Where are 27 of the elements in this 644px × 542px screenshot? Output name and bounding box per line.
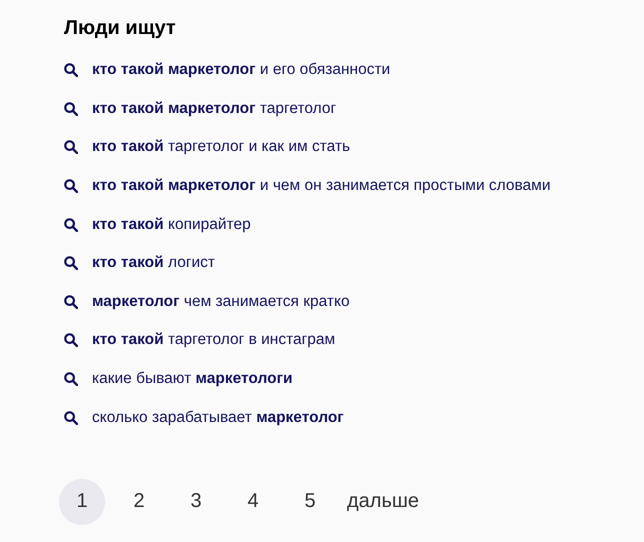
page-number[interactable]: 3 <box>173 478 219 525</box>
search-icon <box>64 372 78 386</box>
search-icon <box>64 218 78 232</box>
related-search-link[interactable]: кто такой таргетолог и как им стать <box>64 128 644 167</box>
page-number[interactable]: 2 <box>116 478 162 525</box>
related-search-link[interactable]: сколько зарабатывает маркетолог <box>64 398 644 437</box>
search-icon <box>64 102 78 116</box>
related-search-link[interactable]: кто такой копирайтер <box>64 205 644 244</box>
related-search-link[interactable]: кто такой таргетолог в инстаграм <box>64 321 644 360</box>
page-number[interactable]: 5 <box>287 478 333 525</box>
search-icon <box>64 256 78 270</box>
search-icon <box>64 410 78 425</box>
search-icon <box>64 140 78 154</box>
related-search-link[interactable]: кто такой логист <box>64 244 644 283</box>
search-icon <box>64 333 78 348</box>
related-search-link[interactable]: кто такой маркетолог и чем он занимается простыми словами <box>64 166 644 206</box>
next-page-link[interactable]: дальше <box>347 490 420 514</box>
section-title: Люди ищут <box>64 16 177 40</box>
page-number[interactable]: 4 <box>230 478 276 525</box>
search-icon <box>64 179 78 194</box>
search-icon <box>64 294 78 309</box>
search-icon <box>64 63 78 78</box>
related-search-link[interactable]: кто такой маркетолог и его обязанности <box>64 51 644 90</box>
page-number[interactable]: 1 <box>59 478 105 525</box>
related-search-link[interactable]: маркетолог чем занимается кратко <box>64 282 644 322</box>
related-search-link[interactable]: кто такой маркетолог таргетолог <box>64 90 644 128</box>
related-search-link[interactable]: какие бывают маркетологи <box>64 360 644 398</box>
